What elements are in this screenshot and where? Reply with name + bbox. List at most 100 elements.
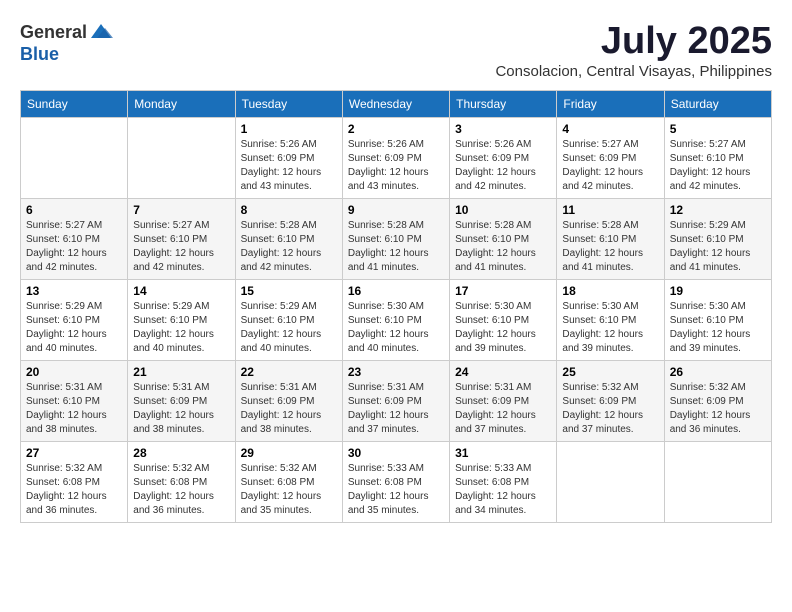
calendar-cell: 9 Sunrise: 5:28 AM Sunset: 6:10 PM Daylig…: [342, 199, 449, 280]
day-number: 31: [455, 446, 551, 460]
day-info: Sunrise: 5:27 AM Sunset: 6:10 PM Dayligh…: [670, 138, 766, 194]
calendar-cell: 19 Sunrise: 5:30 AM Sunset: 6:10 PM Dayli…: [664, 280, 771, 361]
day-info: Sunrise: 5:26 AM Sunset: 6:09 PM Dayligh…: [241, 138, 337, 194]
day-info: Sunrise: 5:30 AM Sunset: 6:10 PM Dayligh…: [455, 300, 551, 356]
day-info: Sunrise: 5:33 AM Sunset: 6:08 PM Dayligh…: [348, 462, 444, 518]
calendar-cell: 20 Sunrise: 5:31 AM Sunset: 6:10 PM Dayli…: [21, 361, 128, 442]
calendar-cell: 27 Sunrise: 5:32 AM Sunset: 6:08 PM Dayli…: [21, 442, 128, 523]
day-number: 17: [455, 284, 551, 298]
day-info: Sunrise: 5:30 AM Sunset: 6:10 PM Dayligh…: [562, 300, 658, 356]
day-number: 29: [241, 446, 337, 460]
day-number: 30: [348, 446, 444, 460]
calendar-cell: 18 Sunrise: 5:30 AM Sunset: 6:10 PM Dayli…: [557, 280, 664, 361]
day-number: 10: [455, 203, 551, 217]
day-number: 11: [562, 203, 658, 217]
day-info: Sunrise: 5:29 AM Sunset: 6:10 PM Dayligh…: [670, 219, 766, 275]
day-number: 3: [455, 122, 551, 136]
logo: General Blue: [20, 20, 113, 65]
day-number: 22: [241, 365, 337, 379]
calendar-cell: 11Sunrise: 5:28 AM Sunset: 6:10 PM Dayli…: [557, 199, 664, 280]
calendar-cell: [557, 442, 664, 523]
month-title: July 2025: [495, 20, 772, 63]
day-info: Sunrise: 5:32 AM Sunset: 6:08 PM Dayligh…: [26, 462, 122, 518]
day-info: Sunrise: 5:33 AM Sunset: 6:08 PM Dayligh…: [455, 462, 551, 518]
day-number: 25: [562, 365, 658, 379]
calendar-cell: 26 Sunrise: 5:32 AM Sunset: 6:09 PM Dayli…: [664, 361, 771, 442]
day-number: 13: [26, 284, 122, 298]
day-info: Sunrise: 5:28 AM Sunset: 6:10 PM Dayligh…: [455, 219, 551, 275]
day-info: Sunrise: 5:32 AM Sunset: 6:08 PM Dayligh…: [133, 462, 229, 518]
calendar-cell: 15Sunrise: 5:29 AM Sunset: 6:10 PM Dayli…: [235, 280, 342, 361]
calendar-cell: 23 Sunrise: 5:31 AM Sunset: 6:09 PM Dayli…: [342, 361, 449, 442]
day-number: 27: [26, 446, 122, 460]
day-info: Sunrise: 5:32 AM Sunset: 6:09 PM Dayligh…: [670, 381, 766, 437]
day-info: Sunrise: 5:31 AM Sunset: 6:09 PM Dayligh…: [348, 381, 444, 437]
day-number: 21: [133, 365, 229, 379]
day-number: 9: [348, 203, 444, 217]
calendar-cell: 2 Sunrise: 5:26 AM Sunset: 6:09 PM Daylig…: [342, 118, 449, 199]
day-number: 19: [670, 284, 766, 298]
calendar-cell: 10 Sunrise: 5:28 AM Sunset: 6:10 PM Dayli…: [450, 199, 557, 280]
calendar-day-header: Sunday: [21, 91, 128, 118]
calendar-cell: 24 Sunrise: 5:31 AM Sunset: 6:09 PM Dayli…: [450, 361, 557, 442]
logo-icon: [89, 20, 113, 44]
calendar-cell: 7Sunrise: 5:27 AM Sunset: 6:10 PM Daylig…: [128, 199, 235, 280]
day-info: Sunrise: 5:28 AM Sunset: 6:10 PM Dayligh…: [348, 219, 444, 275]
day-number: 24: [455, 365, 551, 379]
calendar-cell: 14 Sunrise: 5:29 AM Sunset: 6:10 PM Dayli…: [128, 280, 235, 361]
calendar-cell: 13 Sunrise: 5:29 AM Sunset: 6:10 PM Dayli…: [21, 280, 128, 361]
location-title: Consolacion, Central Visayas, Philippine…: [495, 63, 772, 80]
calendar-header-row: SundayMondayTuesdayWednesdayThursdayFrid…: [21, 91, 772, 118]
calendar-cell: 3 Sunrise: 5:26 AM Sunset: 6:09 PM Daylig…: [450, 118, 557, 199]
day-info: Sunrise: 5:27 AM Sunset: 6:09 PM Dayligh…: [562, 138, 658, 194]
calendar-day-header: Saturday: [664, 91, 771, 118]
day-number: 2: [348, 122, 444, 136]
day-info: Sunrise: 5:26 AM Sunset: 6:09 PM Dayligh…: [455, 138, 551, 194]
day-number: 26: [670, 365, 766, 379]
day-number: 23: [348, 365, 444, 379]
calendar-cell: [664, 442, 771, 523]
calendar-week-row: 27 Sunrise: 5:32 AM Sunset: 6:08 PM Dayli…: [21, 442, 772, 523]
calendar-week-row: 13 Sunrise: 5:29 AM Sunset: 6:10 PM Dayli…: [21, 280, 772, 361]
calendar-table: SundayMondayTuesdayWednesdayThursdayFrid…: [20, 90, 772, 523]
day-number: 28: [133, 446, 229, 460]
day-number: 16: [348, 284, 444, 298]
calendar-day-header: Thursday: [450, 91, 557, 118]
day-number: 12: [670, 203, 766, 217]
calendar-cell: 17 Sunrise: 5:30 AM Sunset: 6:10 PM Dayli…: [450, 280, 557, 361]
day-number: 20: [26, 365, 122, 379]
day-number: 5: [670, 122, 766, 136]
calendar-day-header: Monday: [128, 91, 235, 118]
calendar-week-row: 20 Sunrise: 5:31 AM Sunset: 6:10 PM Dayli…: [21, 361, 772, 442]
calendar-cell: 4Sunrise: 5:27 AM Sunset: 6:09 PM Daylig…: [557, 118, 664, 199]
day-info: Sunrise: 5:31 AM Sunset: 6:09 PM Dayligh…: [241, 381, 337, 437]
logo-text-blue: Blue: [20, 44, 59, 64]
day-info: Sunrise: 5:29 AM Sunset: 6:10 PM Dayligh…: [133, 300, 229, 356]
calendar-cell: [128, 118, 235, 199]
day-number: 14: [133, 284, 229, 298]
day-info: Sunrise: 5:27 AM Sunset: 6:10 PM Dayligh…: [133, 219, 229, 275]
day-number: 18: [562, 284, 658, 298]
calendar-cell: 25Sunrise: 5:32 AM Sunset: 6:09 PM Dayli…: [557, 361, 664, 442]
title-block: July 2025 Consolacion, Central Visayas, …: [495, 20, 772, 80]
day-info: Sunrise: 5:30 AM Sunset: 6:10 PM Dayligh…: [670, 300, 766, 356]
calendar-cell: 22 Sunrise: 5:31 AM Sunset: 6:09 PM Dayli…: [235, 361, 342, 442]
day-info: Sunrise: 5:29 AM Sunset: 6:10 PM Dayligh…: [26, 300, 122, 356]
calendar-day-header: Friday: [557, 91, 664, 118]
logo-text-general: General: [20, 22, 87, 43]
day-info: Sunrise: 5:30 AM Sunset: 6:10 PM Dayligh…: [348, 300, 444, 356]
day-number: 8: [241, 203, 337, 217]
day-info: Sunrise: 5:28 AM Sunset: 6:10 PM Dayligh…: [241, 219, 337, 275]
calendar-cell: 6Sunrise: 5:27 AM Sunset: 6:10 PM Daylig…: [21, 199, 128, 280]
day-info: Sunrise: 5:27 AM Sunset: 6:10 PM Dayligh…: [26, 219, 122, 275]
day-number: 1: [241, 122, 337, 136]
calendar-cell: 29Sunrise: 5:32 AM Sunset: 6:08 PM Dayli…: [235, 442, 342, 523]
day-info: Sunrise: 5:31 AM Sunset: 6:10 PM Dayligh…: [26, 381, 122, 437]
day-info: Sunrise: 5:26 AM Sunset: 6:09 PM Dayligh…: [348, 138, 444, 194]
calendar-week-row: 6Sunrise: 5:27 AM Sunset: 6:10 PM Daylig…: [21, 199, 772, 280]
calendar-cell: 31 Sunrise: 5:33 AM Sunset: 6:08 PM Dayli…: [450, 442, 557, 523]
day-info: Sunrise: 5:31 AM Sunset: 6:09 PM Dayligh…: [455, 381, 551, 437]
day-info: Sunrise: 5:29 AM Sunset: 6:10 PM Dayligh…: [241, 300, 337, 356]
calendar-day-header: Wednesday: [342, 91, 449, 118]
page-header: General Blue July 2025 Consolacion, Cent…: [20, 20, 772, 80]
